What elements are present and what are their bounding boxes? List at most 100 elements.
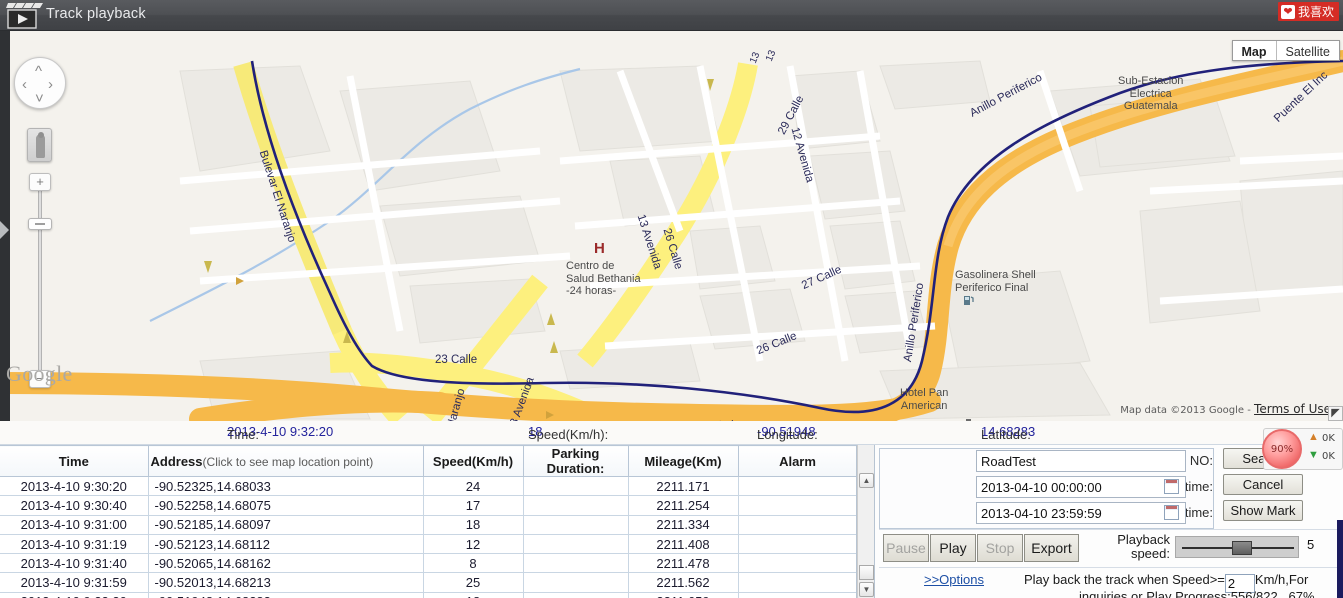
terms-of-use-link[interactable]: Terms of Use <box>1254 402 1331 416</box>
calendar-icon[interactable] <box>1164 479 1179 494</box>
arrow-up-icon: ▲ <box>1308 431 1319 443</box>
form-row-to: To time: <box>880 501 1213 527</box>
cell-address[interactable]: -90.52065,14.68162 <box>148 553 424 574</box>
cell-speed: 24 <box>423 476 524 497</box>
table-row[interactable]: 2013-4-10 9:32:20-90.51948,14.6828318 221… <box>0 592 856 598</box>
cell-mileage: 2211.408 <box>628 534 739 555</box>
cell-mileage: 2211.659 <box>628 592 739 598</box>
info-latitude: Latitude: 14.68283 <box>981 424 1036 442</box>
network-speed-widget[interactable]: 90% ▲ ▼ 0K 0K <box>1262 428 1343 470</box>
table-row[interactable]: 2013-4-10 9:31:40 -90.52065,14.68162 8 2211… <box>0 553 856 574</box>
play-progress-line: inquiries or Play Progress:556/822 . 67% <box>1079 589 1315 598</box>
cell-parking <box>523 495 629 516</box>
speed-filter-prefix: Play back the track when Speed>= <box>1024 572 1225 587</box>
to-time-input[interactable] <box>976 502 1186 524</box>
cell-alarm <box>738 476 856 497</box>
cancel-button[interactable]: Cancel <box>1223 474 1303 495</box>
arrow-down-icon: ▼ <box>1308 449 1319 461</box>
playback-info-bar: Time: 2013-4-10 9:32:20 Speed(Km/h): 18 Lo… <box>0 421 1343 445</box>
col-header-address-label: Address <box>150 453 203 469</box>
cell-address[interactable]: -90.51948,14.68283 <box>148 592 424 598</box>
cell-address[interactable]: -90.52013,14.68213 <box>148 572 424 593</box>
street-view-pegman-icon[interactable] <box>27 128 52 162</box>
expand-arrow-icon[interactable] <box>0 221 9 239</box>
playback-speed-slider[interactable] <box>1175 536 1299 558</box>
pan-up-icon[interactable]: ^ <box>35 64 42 79</box>
poi-label-centro-salud: Centro de Salud Bethania -24 horas- <box>566 260 641 298</box>
col-header-mileage[interactable]: Mileage(Km) <box>628 445 739 477</box>
table-row[interactable]: 2013-4-10 9:30:20 -90.52325,14.68033 24 221… <box>0 476 856 497</box>
col-header-parking[interactable]: Parking Duration: <box>523 445 629 477</box>
scrollbar-thumb[interactable] <box>859 565 874 580</box>
table-row[interactable]: 2013-4-10 9:31:59 -90.52013,14.68213 25 221… <box>0 572 856 593</box>
cell-speed: 25 <box>423 572 524 593</box>
show-mark-button[interactable]: Show Mark <box>1223 500 1303 521</box>
cell-time: 2013-4-10 9:32:20 <box>0 592 149 598</box>
cell-time: 2013-4-10 9:31:19 <box>0 534 149 555</box>
map-type-control[interactable]: Map Satellite <box>1231 40 1340 61</box>
map-canvas[interactable]: Bulevar El Naranjo 13 Avenida 26 Calle 2… <box>0 31 1343 421</box>
cell-time: 2013-4-10 9:31:40 <box>0 553 149 574</box>
scroll-down-icon[interactable]: ▼ <box>859 582 874 597</box>
pan-down-icon[interactable]: ˅ <box>35 91 44 106</box>
query-form: Plate NO: From time: To time: <box>879 448 1214 529</box>
cell-alarm <box>738 495 856 516</box>
playback-speed-value: 5 <box>1307 537 1315 552</box>
scroll-up-icon[interactable]: ▲ <box>859 473 874 488</box>
export-button[interactable]: Export <box>1024 534 1079 562</box>
zoom-in-button[interactable]: + <box>29 173 51 191</box>
zoom-slider-handle[interactable] <box>28 218 52 230</box>
cell-address[interactable]: -90.52258,14.68075 <box>148 495 424 516</box>
google-logo: Google <box>6 361 73 386</box>
upload-speed-value: 0K <box>1322 433 1335 444</box>
cell-alarm <box>738 553 856 574</box>
cell-parking <box>523 534 629 555</box>
col-header-address[interactable]: Address(Click to see map location point) <box>148 445 424 477</box>
cell-time: 2013-4-10 9:31:59 <box>0 572 149 593</box>
cell-address[interactable]: -90.52123,14.68112 <box>148 534 424 555</box>
cell-parking <box>523 476 629 497</box>
pan-left-icon[interactable]: ‹ <box>22 77 27 92</box>
map-type-satellite[interactable]: Satellite <box>1277 41 1339 60</box>
speed-filter-suffix: Km/h,For <box>1254 572 1309 587</box>
form-row-from: From time: <box>880 475 1213 501</box>
col-header-time[interactable]: Time <box>0 445 149 477</box>
from-time-input[interactable] <box>976 476 1186 498</box>
play-button[interactable]: Play <box>930 534 976 562</box>
pause-button[interactable]: Pause <box>883 534 929 562</box>
cell-parking <box>523 515 629 535</box>
playback-speed-label: Playback speed: <box>1117 532 1170 561</box>
cell-speed: 12 <box>423 534 524 555</box>
stop-button[interactable]: Stop <box>977 534 1023 562</box>
cell-parking <box>523 592 629 598</box>
info-speed: Speed(Km/h): 18 <box>528 424 609 442</box>
cell-time: 2013-4-10 9:30:40 <box>0 495 149 516</box>
info-longitude: Longitude: -90.51948 <box>757 424 818 442</box>
col-header-speed[interactable]: Speed(Km/h) <box>423 445 524 477</box>
calendar-icon[interactable] <box>1164 505 1179 520</box>
map-resize-handle-icon[interactable]: ◤ <box>1328 406 1343 421</box>
cell-time: 2013-4-10 9:31:00 <box>0 515 149 535</box>
pan-right-icon[interactable]: › <box>48 77 53 92</box>
like-button[interactable]: ❤ 我喜欢 <box>1277 2 1339 21</box>
table-scrollbar[interactable]: ▲ ▼ <box>857 445 874 598</box>
options-link[interactable]: >>Options <box>924 572 984 587</box>
form-row-plate: Plate NO: <box>880 449 1213 475</box>
slider-knob[interactable] <box>1232 541 1252 555</box>
track-points-table[interactable]: Time Address(Click to see map location p… <box>0 445 857 598</box>
cell-alarm <box>738 534 856 555</box>
memory-percent-badge[interactable]: 90% <box>1262 429 1302 469</box>
map-type-map[interactable]: Map <box>1233 41 1277 60</box>
street-label: 23 Calle <box>435 354 478 366</box>
attribution-text: Map data ©2013 Google - <box>1120 405 1255 416</box>
table-row[interactable]: 2013-4-10 9:31:19 -90.52123,14.68112 12 221… <box>0 534 856 555</box>
col-header-alarm[interactable]: Alarm <box>738 445 856 477</box>
map-pan-control[interactable]: ^ ˅ ‹ › <box>14 57 66 109</box>
cell-mileage: 2211.254 <box>628 495 739 516</box>
plate-input[interactable] <box>976 450 1186 472</box>
cell-address[interactable]: -90.52185,14.68097 <box>148 515 424 535</box>
cell-mileage: 2211.562 <box>628 572 739 593</box>
cell-address[interactable]: -90.52325,14.68033 <box>148 476 424 497</box>
table-row[interactable]: 2013-4-10 9:30:40 -90.52258,14.68075 17 221… <box>0 495 856 516</box>
table-row[interactable]: 2013-4-10 9:31:00 -90.52185,14.68097 18 221… <box>0 515 856 535</box>
